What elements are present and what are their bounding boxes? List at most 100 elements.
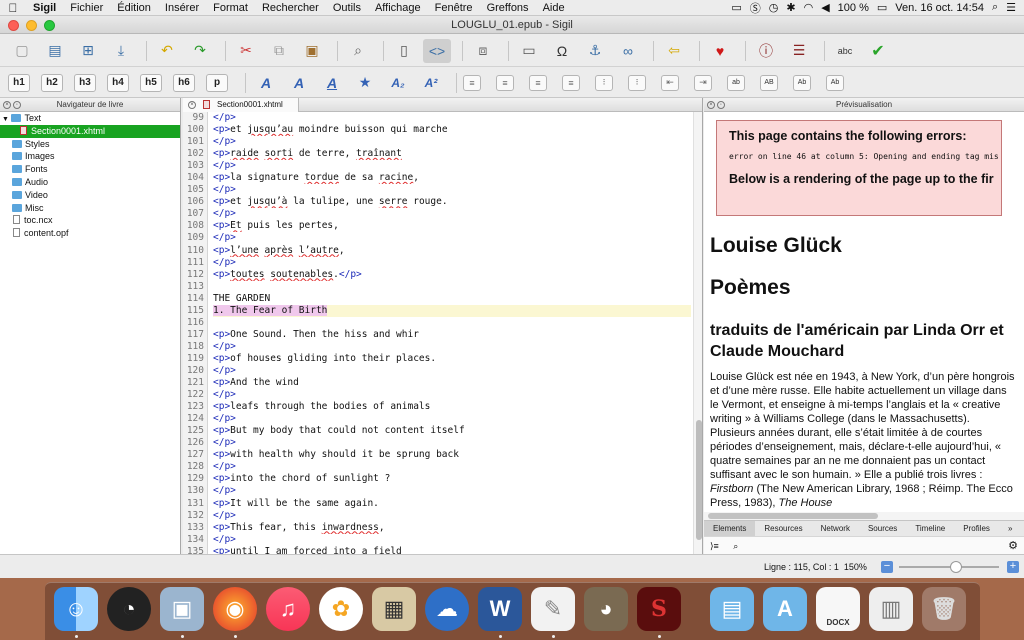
preview-app-icon[interactable]: ▣ — [160, 587, 204, 631]
find-icon[interactable]: ⌕ — [344, 39, 372, 63]
lowercase-icon[interactable]: ab — [727, 74, 745, 91]
menu-edition[interactable]: Édition — [110, 2, 158, 14]
notification-center-icon[interactable]: ☰ — [1006, 1, 1016, 14]
dashboard-icon[interactable]: ◔ — [107, 587, 151, 631]
save-icon[interactable]: ⤓ — [107, 39, 135, 63]
float-panel-icon[interactable]: ◦ — [717, 101, 725, 109]
code-text-area[interactable]: </p> <p>et jusqu’au moindre buisson qui m… — [213, 112, 691, 554]
tree-folder-images[interactable]: Images — [0, 150, 180, 163]
close-window-button[interactable] — [8, 20, 19, 31]
float-panel-icon[interactable]: ◦ — [13, 101, 21, 109]
code-line[interactable]: <p>toutes soutenables.</p> — [213, 269, 691, 281]
close-panel-icon[interactable]: × — [3, 101, 11, 109]
code-line[interactable]: <p>et jusqu’à la tulipe, une serre rouge… — [213, 196, 691, 208]
menu-affichage[interactable]: Affichage — [368, 2, 428, 14]
tree-folder-styles[interactable]: Styles — [0, 138, 180, 151]
menu-greffons[interactable]: Greffons — [480, 2, 536, 14]
code-line-current[interactable]: 1. The Fear of Birth — [213, 304, 691, 317]
close-tab-icon[interactable]: × — [188, 101, 196, 109]
inspector-tab-network[interactable]: Network — [812, 521, 859, 536]
scrollbar-thumb[interactable] — [696, 420, 702, 540]
inspector-tab-timeline[interactable]: Timeline — [906, 521, 954, 536]
inspector-search-icon[interactable]: ⌕ — [733, 541, 738, 551]
volume-icon[interactable]: ◀ — [821, 1, 829, 14]
redo-icon[interactable]: ↷ — [186, 39, 214, 63]
menu-fichier[interactable]: Fichier — [63, 2, 110, 14]
photos-icon[interactable]: ✿ — [319, 587, 363, 631]
code-line[interactable]: </p> — [213, 112, 691, 124]
heading-h6-button[interactable]: h6 — [173, 73, 195, 92]
code-line[interactable]: </p> — [213, 341, 691, 353]
code-line[interactable]: <p>raide sorti de terre, traînant — [213, 148, 691, 160]
decrease-indent-icon[interactable]: ⇤ — [661, 74, 679, 91]
code-line[interactable]: </p> — [213, 461, 691, 473]
subscript-icon[interactable]: A₂ — [384, 71, 412, 95]
code-line[interactable]: <p>leafs through the bodies of animals — [213, 401, 691, 413]
firefox-icon[interactable]: ◉ — [213, 587, 257, 631]
code-line[interactable]: <p>into the chord of sunlight ? — [213, 473, 691, 485]
code-line[interactable]: </p> — [213, 257, 691, 269]
paste-icon[interactable]: ▣ — [298, 39, 326, 63]
tree-folder-misc[interactable]: Misc — [0, 202, 180, 215]
code-line[interactable]: <p>One Sound. Then the hiss and whir — [213, 329, 691, 341]
inspector-tab-profiles[interactable]: Profiles — [954, 521, 999, 536]
code-line[interactable]: </p> — [213, 365, 691, 377]
code-line[interactable]: </p> — [213, 136, 691, 148]
italic-icon[interactable]: A — [285, 71, 313, 95]
code-line[interactable]: </p> — [213, 413, 691, 425]
code-line[interactable]: THE GARDEN — [213, 293, 691, 305]
validate-check-icon[interactable]: ✔ — [864, 39, 892, 63]
calculator-icon[interactable]: ▦ — [372, 587, 416, 631]
book-view-icon[interactable]: ▯ — [390, 39, 418, 63]
menu-aide[interactable]: Aide — [536, 2, 572, 14]
tree-folder-text[interactable]: ▼ Text — [0, 112, 180, 125]
code-line[interactable]: <p>It will be the same again. — [213, 498, 691, 510]
code-line[interactable]: <p>This fear, this inwardness, — [213, 522, 691, 534]
capitalize-icon[interactable]: Ab — [793, 74, 811, 91]
display-icon[interactable]: ▭ — [731, 1, 741, 14]
underline-icon[interactable]: A — [318, 71, 346, 95]
code-line[interactable]: <p>la signature tordue de sa racine, — [213, 172, 691, 184]
bullet-list-icon[interactable]: ⁝ — [595, 74, 613, 91]
minimize-window-button[interactable] — [26, 20, 37, 31]
inspector-tab-elements[interactable]: Elements — [704, 521, 756, 536]
align-left-icon[interactable]: ≡ — [463, 74, 481, 91]
align-center-icon[interactable]: ≡ — [496, 74, 514, 91]
zoom-out-button[interactable]: − — [881, 561, 893, 573]
time-machine-icon[interactable]: ◷ — [769, 1, 779, 14]
code-line[interactable]: </p> — [213, 534, 691, 546]
inspector-more-tabs[interactable]: » — [999, 521, 1021, 536]
heading-h3-button[interactable]: h3 — [74, 73, 96, 92]
menu-outils[interactable]: Outils — [326, 2, 368, 14]
editor-vertical-scrollbar[interactable] — [693, 112, 702, 554]
code-line[interactable]: </p> — [213, 510, 691, 522]
menu-format[interactable]: Format — [206, 2, 255, 14]
align-justify-icon[interactable]: ≡ — [562, 74, 580, 91]
battery-percent[interactable]: 100 % — [838, 2, 869, 14]
downloads-stack-icon[interactable]: ▥ — [869, 587, 913, 631]
tree-folder-video[interactable]: Video — [0, 189, 180, 202]
back-arrow-icon[interactable]: ⇦ — [660, 39, 688, 63]
code-line[interactable]: </p> — [213, 389, 691, 401]
heading-h4-button[interactable]: h4 — [107, 73, 129, 92]
undo-icon[interactable]: ↶ — [153, 39, 181, 63]
word-icon[interactable]: W — [478, 587, 522, 631]
applications-folder-icon[interactable]: A — [763, 587, 807, 631]
inspector-tab-sources[interactable]: Sources — [859, 521, 906, 536]
code-line[interactable]: <p>until I am forced into a field — [213, 546, 691, 554]
textedit-icon[interactable]: ✎ — [531, 587, 575, 631]
code-view-icon[interactable]: <> — [423, 38, 451, 63]
align-right-icon[interactable]: ≡ — [529, 74, 547, 91]
spotlight-icon[interactable]: ⌕ — [992, 1, 998, 14]
inspector-tab-resources[interactable]: Resources — [755, 521, 811, 536]
uppercase-icon[interactable]: AB — [760, 74, 778, 91]
apple-menu-icon[interactable]:  — [0, 1, 26, 15]
code-line[interactable]: <p>But my body that could not content it… — [213, 425, 691, 437]
code-line[interactable]: </p> — [213, 208, 691, 220]
tree-file-section0001[interactable]: Section0001.xhtml — [0, 124, 180, 138]
split-view-icon[interactable]: ⧈ — [469, 39, 497, 63]
openoffice-icon[interactable]: ☁ — [425, 587, 469, 631]
paragraph-button[interactable]: p — [206, 73, 228, 92]
heading-h2-button[interactable]: h2 — [41, 73, 63, 92]
tab-section0001[interactable]: × Section0001.xhtml — [183, 98, 299, 112]
